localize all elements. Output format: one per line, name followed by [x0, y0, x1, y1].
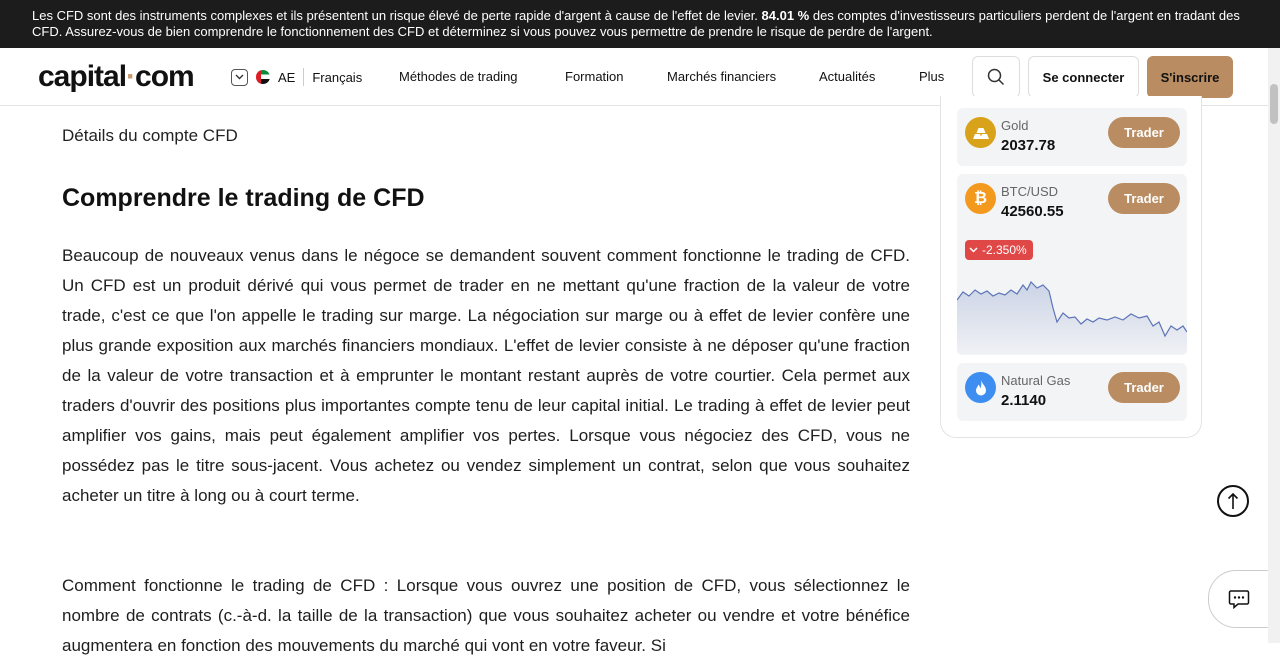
trade-button[interactable]: Trader [1108, 183, 1180, 214]
logo-text-left: capital [38, 60, 127, 93]
uae-flag-icon [256, 70, 270, 84]
asset-price: 2.1140 [1001, 392, 1047, 409]
risk-text-before: Les CFD sont des instruments complexes e… [32, 8, 762, 23]
nav-education[interactable]: Formation [565, 69, 624, 84]
asset-name: BTC/USD [1001, 184, 1059, 199]
article-paragraph: Beaucoup de nouveaux venus dans le négoc… [62, 246, 910, 505]
bitcoin-icon: ₿ [965, 183, 996, 214]
language-selector[interactable]: Français [312, 70, 362, 85]
price-change-value: -2.350% [982, 243, 1027, 257]
article-heading: Comprendre le trading de CFD [62, 184, 425, 212]
nav-trading-methods[interactable]: Méthodes de trading [399, 69, 518, 84]
asset-card-btcusd[interactable]: ₿ BTC/USD 42560.55 Trader -2.350% [957, 174, 1187, 355]
risk-warning-banner: Les CFD sont des instruments complexes e… [0, 0, 1280, 48]
logo-dot: · [126, 60, 136, 93]
arrow-up-icon [1227, 492, 1239, 509]
asset-price: 2037.78 [1001, 137, 1056, 154]
flame-icon [965, 372, 996, 403]
chat-icon [1228, 590, 1250, 609]
gold-bars-icon [965, 117, 996, 148]
article-paragraph: Comment fonctionne le trading de CFD : L… [62, 576, 910, 655]
price-change-badge: -2.350% [965, 240, 1033, 260]
article-subhead: Détails du compte CFD [62, 126, 238, 145]
markets-widget: Gold 2037.78 Trader ₿ BTC/USD 42560.55 T… [940, 96, 1202, 438]
scrollbar-thumb[interactable] [1270, 84, 1278, 124]
scroll-to-top-button[interactable] [1217, 485, 1249, 517]
nav-more[interactable]: Plus [919, 69, 944, 84]
nav-markets[interactable]: Marchés financiers [667, 69, 776, 84]
asset-card-gold[interactable]: Gold 2037.78 Trader [957, 108, 1187, 166]
trade-button[interactable]: Trader [1108, 372, 1180, 403]
login-button[interactable]: Se connecter [1028, 56, 1139, 98]
chevron-down-icon [969, 247, 978, 253]
asset-card-natural-gas[interactable]: Natural Gas 2.1140 Trader [957, 363, 1187, 421]
chat-button[interactable] [1208, 570, 1270, 628]
asset-price: 42560.55 [1001, 203, 1064, 220]
search-icon [987, 68, 1005, 86]
trade-button[interactable]: Trader [1108, 117, 1180, 148]
page-scrollbar[interactable] [1268, 48, 1280, 643]
logo[interactable]: capital·com [38, 60, 195, 94]
risk-percent: 84.01 % [761, 8, 810, 23]
search-button[interactable] [972, 56, 1020, 98]
region-code: AE [278, 69, 296, 85]
divider [303, 68, 305, 86]
region-selector[interactable]: AE Français [231, 68, 362, 86]
chevron-down-icon[interactable] [231, 68, 248, 86]
asset-name: Gold [1001, 118, 1029, 133]
price-sparkline [957, 280, 1187, 354]
logo-text-right: com [135, 60, 195, 93]
signup-button[interactable]: S'inscrire [1147, 56, 1233, 98]
nav-news[interactable]: Actualités [819, 69, 875, 84]
asset-name: Natural Gas [1001, 373, 1071, 388]
